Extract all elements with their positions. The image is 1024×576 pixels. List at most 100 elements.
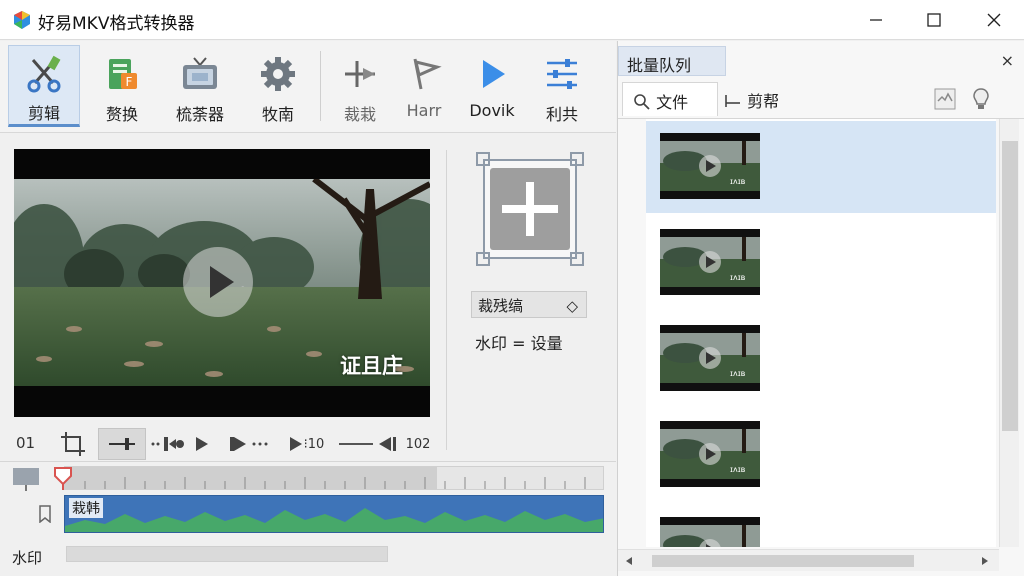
list-item[interactable] xyxy=(646,505,996,547)
playhead-marker[interactable] xyxy=(53,466,73,490)
video-thumbnail: ɪʌɪʙ xyxy=(660,325,760,391)
image-settings-icon[interactable] xyxy=(934,88,956,110)
crop-icon xyxy=(339,53,381,95)
tool-convert[interactable]: F 赘换 xyxy=(86,45,158,127)
tool-crop-label: 裁栽 xyxy=(343,105,376,124)
thumb-caption: ɪʌɪʙ xyxy=(730,177,746,186)
tool-adjust-label: 利共 xyxy=(545,105,578,124)
video-thumbnail: ɪʌɪʙ xyxy=(660,133,760,199)
monitor-icon[interactable] xyxy=(12,466,42,492)
tool-convert-label: 赘换 xyxy=(105,105,138,124)
maximize-button[interactable] xyxy=(910,0,958,40)
scroll-left-icon[interactable] xyxy=(624,556,634,566)
close-icon xyxy=(987,13,1001,27)
gear-icon xyxy=(257,53,299,95)
preview-divider xyxy=(446,150,447,450)
video-thumbnail xyxy=(660,517,760,547)
dropdown-arrow-icon: ◇ xyxy=(566,297,578,315)
minimize-icon xyxy=(870,19,882,21)
tab-file-label: 文件 xyxy=(656,93,689,112)
slice-icon xyxy=(109,438,135,450)
crop-dropdown[interactable]: 裁残缟 ◇ xyxy=(471,291,587,318)
step-label: ⁝10 xyxy=(303,436,325,452)
tv-icon xyxy=(179,53,221,95)
thumb-caption: ɪʌɪʙ xyxy=(730,273,746,282)
clip-label: 栽韩 xyxy=(69,498,103,518)
tool-harr-label: Harr xyxy=(406,101,442,120)
tab-clip-label: 剪帮 xyxy=(747,92,780,111)
list-item[interactable]: ɪʌɪʙ xyxy=(646,217,996,309)
svg-text:F: F xyxy=(126,75,133,89)
volume-control[interactable] xyxy=(336,428,400,460)
scissors-icon xyxy=(23,54,65,94)
slice-button[interactable] xyxy=(98,428,146,460)
toolbar-separator xyxy=(320,51,321,121)
lightbulb-icon[interactable] xyxy=(972,87,990,111)
video-thumbnail: ɪʌɪʙ xyxy=(660,229,760,295)
tool-download-label: Dovik xyxy=(469,101,515,120)
batch-vertical-scrollbar[interactable] xyxy=(999,119,1019,547)
crop-dropdown-value: 裁残缟 xyxy=(478,297,524,315)
search-icon xyxy=(634,94,650,110)
app-logo-icon xyxy=(14,11,30,29)
tool-crop[interactable]: 裁栽 xyxy=(324,45,396,127)
batch-queue-panel: 批量队列 × 文件 剪帮 ɪʌɪʙ ɪʌɪʙ ɪʌɪʙ ɪʌɪʙ xyxy=(617,41,1024,576)
maximize-icon xyxy=(927,13,941,27)
play-overlay-icon[interactable] xyxy=(182,246,254,318)
list-item[interactable]: ɪʌɪʙ xyxy=(646,313,996,405)
tool-settings[interactable]: 牧南 xyxy=(242,45,314,127)
scroll-right-icon[interactable] xyxy=(980,556,990,566)
close-button[interactable] xyxy=(970,0,1018,40)
next-frame-button[interactable] xyxy=(226,428,274,460)
scroll-thumb[interactable] xyxy=(652,555,914,567)
list-item[interactable]: ɪʌɪʙ xyxy=(646,409,996,501)
timeline-ruler[interactable] xyxy=(64,466,604,490)
tab-clip[interactable]: 剪帮 xyxy=(724,88,779,112)
timecode-end-box: 102 xyxy=(402,428,434,460)
tool-edit-label: 剪辑 xyxy=(27,104,60,123)
tool-edit[interactable]: 剪辑 xyxy=(8,45,80,127)
watermark-setting-label: 水印 = 设量 xyxy=(475,334,563,353)
next-frame-icon xyxy=(230,437,268,451)
ruler-ticks xyxy=(65,467,586,489)
tab-file[interactable]: 文件 xyxy=(622,82,718,116)
timecode-end: 102 xyxy=(405,436,431,452)
timeline-separator xyxy=(0,461,616,462)
crop-frame-icon xyxy=(61,432,85,456)
tool-adjust[interactable]: 利共 xyxy=(526,45,598,127)
add-watermark-button[interactable] xyxy=(476,152,584,266)
tool-harr[interactable]: Harr xyxy=(388,45,460,127)
prev-frame-play-button[interactable] xyxy=(150,428,212,460)
bookmark-icon[interactable] xyxy=(38,505,52,523)
list-item[interactable]: ɪʌɪʙ xyxy=(646,121,996,213)
thumb-caption: ɪʌɪʙ xyxy=(730,465,746,474)
clip-tab-icon xyxy=(725,95,740,107)
watermark-track-label: 水印 xyxy=(12,549,43,567)
title-bar: 好易MKV格式转换器 xyxy=(0,0,1024,40)
sliders-icon xyxy=(541,53,583,95)
batch-queue-tab[interactable]: 批量队列 xyxy=(618,46,726,76)
convert-icon: F xyxy=(101,53,143,95)
step-play-button[interactable]: ⁝10 xyxy=(286,428,326,460)
minimize-button[interactable] xyxy=(852,0,900,40)
timeline-scrollbar[interactable] xyxy=(66,546,388,562)
panel-toolbar: 文件 剪帮 xyxy=(618,79,1024,119)
tool-player-label: 梳荼器 xyxy=(175,105,224,124)
scroll-thumb[interactable] xyxy=(1002,141,1018,431)
crop-frame-button[interactable] xyxy=(56,428,90,460)
video-thumbnail: ɪʌɪʙ xyxy=(660,421,760,487)
batch-list: ɪʌɪʙ ɪʌɪʙ ɪʌɪʙ ɪʌɪʙ xyxy=(646,119,996,547)
tool-settings-label: 牧南 xyxy=(261,105,294,124)
watermark-overlay-text: 证且庄 xyxy=(340,354,403,378)
batch-horizontal-scrollbar[interactable] xyxy=(618,549,999,571)
video-track[interactable]: 栽韩 xyxy=(64,495,604,533)
panel-close-button[interactable]: × xyxy=(1001,51,1014,70)
step-play-icon xyxy=(289,437,302,451)
tool-player[interactable]: 梳荼器 xyxy=(164,45,236,127)
volume-icon xyxy=(339,437,396,451)
audio-waveform xyxy=(65,508,603,532)
frame-play-icon xyxy=(151,437,208,451)
tool-download[interactable]: Dovik xyxy=(456,45,528,127)
timecode-start: 01 xyxy=(16,434,36,452)
main-toolbar: 剪辑 F 赘换 梳荼器 牧南 裁栽 Harr Dovik 利共 xyxy=(0,41,616,133)
